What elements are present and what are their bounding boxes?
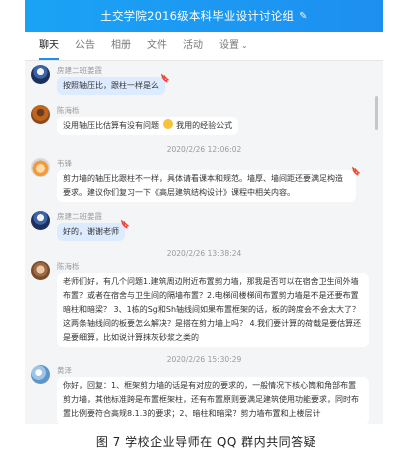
figure-caption: 图 7 学校企业导师在 QQ 群内共同答疑 — [95, 435, 317, 449]
timestamp: 2020/2/26 13:38:24 — [166, 249, 242, 258]
message-text: 按照轴压比，跟柱一样是么 — [63, 81, 159, 90]
sender-name: 房建二班姜霞 — [57, 66, 102, 75]
message-bubble: 老师们好，有几个问题1.建筑周边附近布置剪力墙，那我是否可以在宿舍卫生间外墙布置… — [57, 273, 369, 347]
tab-chat[interactable]: 聊天 — [39, 32, 59, 60]
message-text: 剪力墙的轴压比跟柱不一样，具体请看课本和规范。墙厚、墙间距还要满足构造要求。建议… — [63, 174, 343, 197]
tab-announcement[interactable]: 公告 — [75, 32, 95, 60]
message-item: 黄泽 你好，回复：1、框架剪力墙的话是有对应的要求的，一般情况下核心筒和角部布置… — [31, 365, 369, 424]
message-item: 房建二班姜霞 按照轴压比，跟柱一样是么 🔖 — [31, 65, 367, 101]
avatar[interactable] — [31, 105, 50, 124]
avatar[interactable] — [31, 261, 50, 280]
message-text: 你好，回复：1、框架剪力墙的话是有对应的要求的，一般情况下核心筒和角部布置剪力墙… — [63, 381, 359, 418]
avatar[interactable] — [31, 158, 50, 177]
message-item: 陈海栎 老师们好，有几个问题1.建筑周边附近布置剪力墙，那我是否可以在宿舍卫生间… — [31, 261, 369, 351]
avatar[interactable] — [31, 65, 50, 84]
tab-album[interactable]: 相册 — [111, 32, 131, 60]
avatar[interactable] — [31, 211, 50, 230]
sender-name: 陈海栎 — [57, 106, 80, 115]
message-item: 房建二班姜霞 好的，谢谢老师 🔖 — [31, 211, 367, 247]
message-text-after-emoji: 我用的经验公式 — [176, 121, 233, 130]
message-bubble: 按照轴压比，跟柱一样是么 🔖 — [57, 74, 170, 95]
group-title: 土交学院2016级本科毕业设计讨论组 — [100, 9, 295, 23]
sender-name: 黄泽 — [57, 366, 72, 375]
edit-icon[interactable]: ✎ — [299, 11, 308, 22]
tab-files[interactable]: 文件 — [147, 32, 167, 60]
member-badge-icon: 🔖 — [120, 220, 130, 229]
message-bubble: 剪力墙的轴压比跟柱不一样，具体请看课本和规范。墙厚、墙间距还要满足构造要求。建议… — [57, 167, 361, 202]
tab-settings[interactable]: 设置 ⌄ — [219, 32, 248, 60]
avatar[interactable] — [31, 365, 50, 384]
message-text: 老师们好，有几个问题1.建筑周边附近布置剪力墙，那我是否可以在宿舍卫生间外墙布置… — [63, 277, 362, 342]
sender-name: 韦锋 — [57, 159, 72, 168]
sender-name: 房建二班姜霞 — [57, 212, 102, 221]
smiley-emoji-icon — [162, 119, 173, 129]
message-text: 好的，谢谢老师 — [63, 227, 119, 236]
message-item: 韦锋 剪力墙的轴压比跟柱不一样，具体请看课本和规范。墙厚、墙间距还要满足构造要求… — [31, 158, 367, 214]
message-bubble: 没用轴压比估算有没有问题 我用的经验公式 — [57, 117, 239, 135]
timestamp: 2020/2/26 12:06:02 — [166, 145, 242, 154]
title-bar: 土交学院2016级本科毕业设计讨论组 ✎ — [25, 0, 383, 32]
sender-name: 陈海栎 — [57, 262, 80, 271]
chat-window: 土交学院2016级本科毕业设计讨论组 ✎ 聊天 公告 相册 文件 活动 设置 ⌄ … — [25, 0, 383, 424]
tab-settings-label: 设置 — [219, 40, 239, 51]
tab-activity[interactable]: 活动 — [183, 32, 203, 60]
message-text: 没用轴压比估算有没有问题 — [63, 121, 159, 130]
member-badge-icon: 🔖 — [351, 167, 361, 176]
timestamp: 2020/2/26 15:30:29 — [166, 355, 242, 364]
message-bubble: 你好，回复：1、框架剪力墙的话是有对应的要求的，一般情况下核心筒和角部布置剪力墙… — [57, 377, 369, 424]
message-list[interactable]: 房建二班姜霞 按照轴压比，跟柱一样是么 🔖 陈海栎 没用轴压比估算有没有问题 我… — [25, 61, 383, 424]
chevron-down-icon: ⌄ — [241, 41, 248, 50]
member-badge-icon: 🔖 — [160, 74, 170, 83]
tab-bar: 聊天 公告 相册 文件 活动 设置 ⌄ — [25, 32, 383, 61]
message-item: 陈海栎 没用轴压比估算有没有问题 我用的经验公式 — [31, 105, 367, 141]
scrollbar[interactable] — [375, 96, 378, 130]
message-bubble: 好的，谢谢老师 🔖 — [57, 220, 130, 241]
